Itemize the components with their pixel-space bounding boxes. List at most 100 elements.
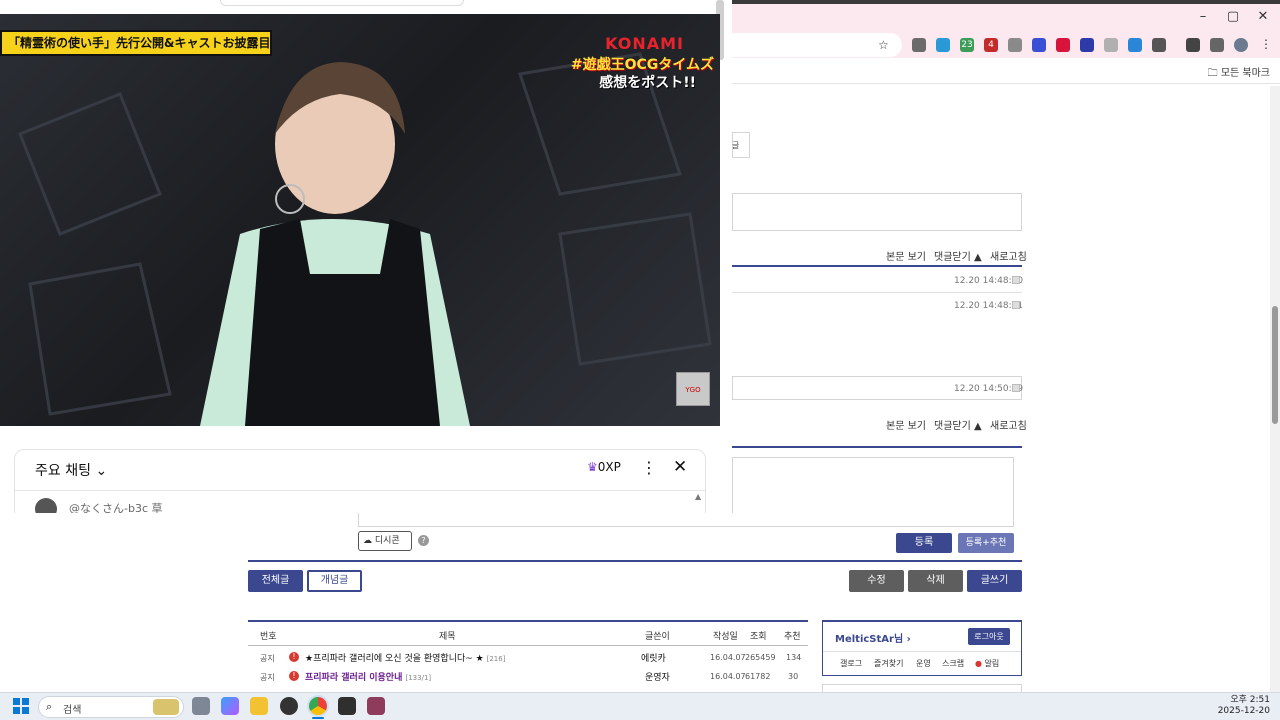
video-player[interactable]: 「精霊術の使い手」先行公開&キャストお披露目 KONAMI #遊戯王OCGタイム…	[0, 14, 720, 426]
logout-button[interactable]: 로그아웃	[968, 628, 1010, 645]
extension-icon[interactable]	[1032, 38, 1046, 52]
copilot-icon[interactable]	[221, 697, 239, 715]
manage-link[interactable]: 운영	[916, 658, 931, 669]
edit-button[interactable]: 수정	[849, 570, 904, 592]
column-header-title: 제목	[439, 632, 456, 642]
delete-comment-icon[interactable]	[1012, 301, 1020, 309]
live-chat-panel: 주요 채팅 ⌄ ♛0XP ⋮ ✕ @なくさん-b3c 草 ▲	[14, 449, 706, 513]
post-prompt: 感想をポスト!!	[599, 75, 696, 91]
delete-comment-icon[interactable]	[1012, 384, 1020, 392]
cut-text: 글	[732, 141, 740, 150]
table-row[interactable]: 공지 ! ★프리파라 갤러리에 오신 것을 환영합니다~ ★ [216] 에릿카…	[248, 649, 808, 667]
dcon-icon: ☁	[363, 536, 375, 546]
row-author[interactable]: 에릿카	[641, 651, 666, 664]
xp-value: 0XP	[597, 460, 621, 474]
view-body-link[interactable]: 본문 보기	[886, 248, 926, 263]
badge-count: 23	[961, 40, 973, 50]
reading-list-icon[interactable]	[1210, 38, 1224, 52]
app-icon[interactable]	[338, 697, 356, 715]
column-header-date: 작성일	[713, 632, 738, 642]
scroll-up-icon[interactable]: ▲	[695, 492, 701, 501]
scrollbar-thumb[interactable]	[1272, 306, 1278, 424]
refresh-link[interactable]: 새로고침	[990, 417, 1027, 432]
textarea-bottom	[358, 513, 1014, 527]
extension-icon[interactable]	[1008, 38, 1022, 52]
windows-start-icon[interactable]	[13, 698, 29, 714]
avatar[interactable]	[35, 498, 57, 513]
extension-icon[interactable]	[1080, 38, 1094, 52]
table-row[interactable]: 공지 ! 프리파라 갤러리 이용안내 [133/1] 운영자 16.04.07 …	[248, 668, 808, 686]
app-icon[interactable]	[367, 697, 385, 715]
address-bar[interactable]	[732, 33, 902, 57]
write-post-button[interactable]: 글쓰기	[967, 570, 1022, 592]
badge-count: 4	[988, 40, 994, 50]
chat-mode-dropdown[interactable]: 주요 채팅 ⌄	[35, 460, 107, 480]
favorites-link[interactable]: 즐겨찾기	[874, 658, 903, 669]
clock-time: 오후 2:51	[1230, 695, 1270, 705]
row-title[interactable]: 프리파라 갤러리 이용안내 [133/1]	[305, 670, 431, 683]
extension-icon[interactable]	[912, 38, 926, 52]
extensions-puzzle-icon[interactable]	[1152, 38, 1166, 52]
menu-kebab-icon[interactable]: ⋮	[1260, 37, 1272, 51]
system-clock[interactable]: 오후 2:51 2025-12-20	[1218, 695, 1270, 717]
submit-recommend-button[interactable]: 등록+추천	[958, 533, 1014, 553]
divider	[732, 292, 1022, 293]
row-author[interactable]: 운영자	[645, 670, 670, 683]
file-explorer-icon[interactable]	[250, 697, 268, 715]
chat-author[interactable]: @なくさん-b3c	[69, 502, 148, 513]
username-link[interactable]: MelticStAr님 ›	[835, 630, 911, 645]
close-comments-link[interactable]: 댓글닫기 ▲	[934, 417, 982, 432]
minimize-button[interactable]: –	[1188, 8, 1218, 26]
chrome-icon[interactable]	[309, 697, 327, 715]
taskbar-search[interactable]: ⌕ 검색	[38, 696, 184, 718]
close-window-button[interactable]: ✕	[1248, 8, 1278, 26]
search-icon: ⌕	[46, 700, 53, 713]
extension-icon[interactable]	[1128, 38, 1142, 52]
xp-badge[interactable]: ♛0XP	[587, 460, 621, 474]
delete-button[interactable]: 삭제	[908, 570, 963, 592]
notifications-link[interactable]: ● 알림	[975, 658, 999, 669]
clock-date: 2025-12-20	[1217, 706, 1270, 716]
divider	[248, 560, 1022, 562]
gallery-section: ☁ 디시콘 ? 등록 등록+추천 전체글 개념글 수정 삭제 글쓰기 번호 제목…	[248, 513, 1024, 692]
notice-icon: !	[289, 671, 299, 681]
download-icon[interactable]	[1186, 38, 1200, 52]
refresh-link[interactable]: 새로고침	[990, 248, 1027, 263]
view-body-link[interactable]: 본문 보기	[886, 417, 926, 432]
gallog-link[interactable]: 갤로그	[840, 658, 862, 669]
extension-icon[interactable]	[1056, 38, 1070, 52]
profile-avatar[interactable]	[1234, 38, 1248, 52]
delete-comment-icon[interactable]	[1012, 276, 1020, 284]
user-box: MelticStAr님 › 로그아웃 갤로그 즐겨찾기 운영 스크랩 ● 알림	[822, 620, 1022, 676]
concept-posts-tab[interactable]: 개념글	[307, 570, 362, 592]
help-icon[interactable]: ?	[418, 535, 429, 546]
extension-icon[interactable]	[1104, 38, 1118, 52]
all-posts-tab[interactable]: 전체글	[248, 570, 303, 592]
comment-count: [133/1]	[405, 674, 432, 682]
divider	[823, 651, 1021, 652]
maximize-button[interactable]: ▢	[1218, 8, 1248, 26]
content-box	[732, 193, 1022, 231]
extension-badge-icon[interactable]: 23	[960, 38, 974, 52]
dcon-button[interactable]: ☁ 디시콘	[358, 531, 412, 551]
all-bookmarks-link[interactable]: 🗀 모든 북마크	[1208, 64, 1270, 83]
row-date: 16.04.07	[710, 672, 746, 681]
next-box-edge	[822, 684, 1022, 692]
app-icon[interactable]	[280, 697, 298, 715]
scrap-link[interactable]: 스크랩	[942, 658, 964, 669]
extension-icon[interactable]	[936, 38, 950, 52]
bookmarks-label: 모든 북마크	[1220, 68, 1270, 79]
chevron-down-icon: ⌄	[95, 463, 108, 479]
bookmark-star-icon[interactable]: ☆	[878, 38, 889, 52]
row-date: 16.04.07	[710, 653, 746, 662]
caret-up-icon: ▲	[974, 252, 982, 263]
close-chat-icon[interactable]: ✕	[673, 457, 687, 477]
divider	[15, 490, 705, 491]
more-options-icon[interactable]: ⋮	[641, 458, 657, 477]
row-title[interactable]: ★프리파라 갤러리에 오신 것을 환영합니다~ ★ [216]	[305, 651, 505, 664]
task-view-icon[interactable]	[192, 697, 210, 715]
close-comments-link[interactable]: 댓글닫기 ▲	[934, 248, 982, 263]
search-highlight-icon	[153, 699, 179, 715]
extension-badge-icon[interactable]: 4	[984, 38, 998, 52]
submit-comment-button[interactable]: 등록	[896, 533, 952, 553]
